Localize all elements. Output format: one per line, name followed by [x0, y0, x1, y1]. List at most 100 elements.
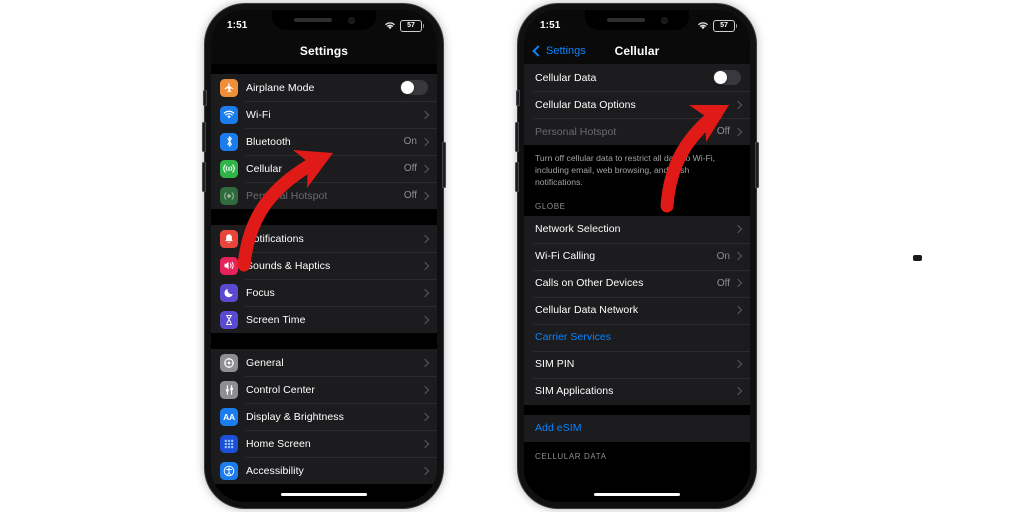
- back-button[interactable]: Settings: [532, 45, 586, 57]
- chevron-right-icon: [733, 305, 743, 315]
- group-carrier: Network Selection Wi-Fi Calling On Calls…: [524, 215, 750, 405]
- chevron-right-icon: [733, 278, 743, 288]
- display-aa-icon: AA: [220, 407, 238, 426]
- settings-row-airplane-mode[interactable]: Airplane Mode: [211, 74, 437, 101]
- settings-row-value: Off: [403, 190, 417, 201]
- settings-row-sounds-haptics[interactable]: Sounds & Haptics: [211, 252, 437, 279]
- cellular-list[interactable]: Cellular Data Cellular Data Options Pers…: [524, 64, 750, 502]
- settings-row-sim-applications[interactable]: SIM Applications: [524, 377, 750, 405]
- settings-row-personal-hotspot[interactable]: Personal Hotspot Off: [211, 182, 437, 209]
- chevron-right-icon: [420, 191, 430, 200]
- volume-down-button[interactable]: [202, 162, 206, 192]
- settings-row-label: Personal Hotspot: [246, 189, 328, 202]
- list-top-spacer: [211, 64, 437, 74]
- home-indicator[interactable]: [594, 492, 680, 496]
- cellular-data-section-header: CELLULAR DATA: [524, 441, 750, 464]
- bluetooth-icon: [220, 132, 238, 151]
- wifi-icon: [220, 105, 238, 124]
- settings-row-label: Bluetooth: [246, 135, 291, 148]
- cellular-screen: 1:51 57 Settings Cellular Cellular Data …: [524, 10, 750, 502]
- group-spacer: [211, 209, 437, 225]
- notch: [272, 10, 376, 30]
- status-indicators: 57: [384, 17, 424, 32]
- settings-row-sim-pin[interactable]: SIM PIN: [524, 350, 750, 378]
- settings-row-add-esim[interactable]: Add eSIM: [524, 414, 750, 442]
- settings-row-screen-time[interactable]: Screen Time: [211, 306, 437, 333]
- settings-row-personal-hotspot[interactable]: Personal Hotspot Off: [524, 118, 750, 145]
- airplane-mode-toggle[interactable]: [400, 80, 428, 95]
- chevron-right-icon: [733, 386, 743, 396]
- settings-row-label: Carrier Services: [535, 331, 612, 344]
- status-time: 1:51: [540, 20, 561, 31]
- toggle-knob: [714, 71, 727, 84]
- mute-switch-button[interactable]: [203, 90, 207, 106]
- settings-row-network-selection[interactable]: Network Selection: [524, 215, 750, 243]
- group-alerts: Notifications Sounds & Haptics Focus Scr…: [211, 225, 437, 333]
- settings-row-carrier-services[interactable]: Carrier Services: [524, 323, 750, 351]
- settings-row-label: Home Screen: [246, 437, 311, 450]
- settings-row-calls-on-other-devices[interactable]: Calls on Other Devices Off: [524, 269, 750, 297]
- chevron-right-icon: [420, 412, 430, 421]
- group-connectivity: Airplane Mode Wi-Fi Bluetooth On Cellula…: [211, 74, 437, 209]
- settings-row-label: Screen Time: [246, 313, 306, 326]
- settings-row-label: SIM Applications: [535, 385, 614, 398]
- chevron-right-icon: [733, 224, 743, 234]
- chevron-right-icon: [420, 439, 430, 448]
- group-esim: Add eSIM: [524, 414, 750, 442]
- settings-row-general[interactable]: General: [211, 349, 437, 376]
- cellular-data-toggle[interactable]: [713, 70, 741, 85]
- settings-row-label: Cellular: [246, 162, 282, 175]
- home-indicator[interactable]: [281, 492, 367, 496]
- group-spacer: [524, 404, 750, 415]
- settings-row-display-brightness[interactable]: AA Display & Brightness: [211, 403, 437, 430]
- settings-row-label: General: [246, 356, 284, 369]
- settings-row-label: Sounds & Haptics: [246, 259, 331, 272]
- settings-row-notifications[interactable]: Notifications: [211, 225, 437, 252]
- settings-screen: 1:51 57 Settings Airplane Mode Wi-Fi Blu…: [211, 10, 437, 502]
- settings-row-control-center[interactable]: Control Center: [211, 376, 437, 403]
- battery-level: 57: [407, 22, 415, 29]
- settings-row-label: Airplane Mode: [246, 81, 315, 94]
- settings-row-label: Wi-Fi: [246, 108, 271, 121]
- page-title: Settings: [299, 44, 349, 58]
- power-button[interactable]: [442, 142, 446, 188]
- settings-row-home-screen[interactable]: Home Screen: [211, 430, 437, 457]
- settings-row-focus[interactable]: Focus: [211, 279, 437, 306]
- settings-row-label: Display & Brightness: [246, 410, 344, 423]
- power-button[interactable]: [755, 142, 759, 188]
- cellular-data-description: Turn off cellular data to restrict all d…: [524, 145, 750, 198]
- settings-row-wifi-calling[interactable]: Wi-Fi Calling On: [524, 242, 750, 270]
- volume-down-button[interactable]: [515, 162, 519, 192]
- battery-icon: 57: [713, 19, 737, 32]
- settings-row-cellular-data[interactable]: Cellular Data: [524, 64, 750, 91]
- settings-row-label: Notifications: [246, 232, 304, 245]
- status-time: 1:51: [227, 20, 248, 31]
- settings-row-wifi[interactable]: Wi-Fi: [211, 101, 437, 128]
- settings-row-cellular-data-options[interactable]: Cellular Data Options: [524, 91, 750, 118]
- chevron-right-icon: [420, 315, 430, 324]
- settings-row-bluetooth[interactable]: Bluetooth On: [211, 128, 437, 155]
- front-camera-icon: [347, 16, 355, 24]
- settings-row-cellular[interactable]: Cellular Off: [211, 155, 437, 182]
- nav-bar: Settings: [211, 38, 437, 64]
- settings-list[interactable]: Airplane Mode Wi-Fi Bluetooth On Cellula…: [211, 64, 437, 502]
- volume-up-button[interactable]: [202, 122, 206, 152]
- mute-switch-button[interactable]: [516, 90, 520, 106]
- settings-row-label: Focus: [246, 286, 275, 299]
- sounds-icon: [220, 256, 238, 275]
- chevron-right-icon: [420, 234, 430, 243]
- cellular-icon: [220, 159, 238, 178]
- chevron-right-icon: [420, 164, 430, 173]
- settings-row-cellular-data-network[interactable]: Cellular Data Network: [524, 296, 750, 324]
- status-indicators: 57: [697, 17, 737, 32]
- settings-row-label: Control Center: [246, 383, 315, 396]
- focus-moon-icon: [220, 283, 238, 302]
- notifications-icon: [220, 229, 238, 248]
- settings-row-label: Add eSIM: [535, 422, 582, 435]
- wifi-icon: [385, 22, 395, 30]
- screen-time-icon: [220, 310, 238, 329]
- settings-row-accessibility[interactable]: Accessibility: [211, 457, 437, 484]
- chevron-left-icon: [532, 45, 544, 57]
- volume-up-button[interactable]: [515, 122, 519, 152]
- chevron-right-icon: [733, 127, 743, 136]
